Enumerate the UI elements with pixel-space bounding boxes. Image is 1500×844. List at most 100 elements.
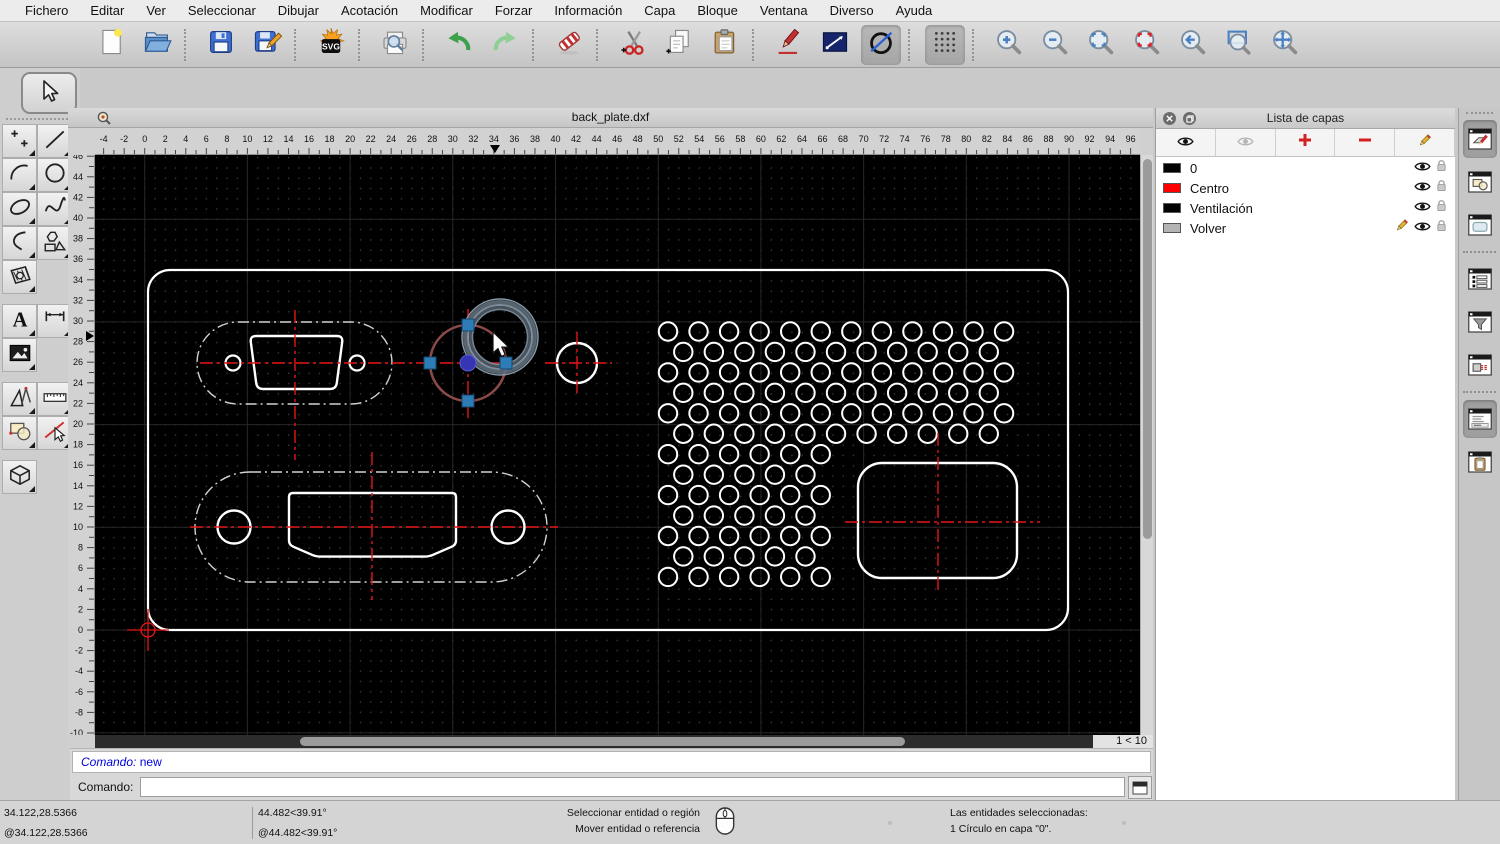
horizontal-scrollbar-thumb[interactable] [300, 737, 905, 746]
dock-toggle-sidebar [1458, 108, 1500, 800]
drafting-tool-button[interactable] [2, 382, 37, 416]
layer-visibility-eye-icon[interactable] [1414, 219, 1431, 237]
clipboard-toggle-button[interactable] [1463, 443, 1497, 481]
layer-color-swatch[interactable] [1163, 163, 1181, 173]
menu-seleccionar[interactable]: Seleccionar [177, 3, 267, 18]
selection-filter-toggle-button[interactable] [1463, 303, 1497, 341]
shape-tool-button[interactable] [37, 226, 72, 260]
svg-export-button[interactable]: SVG [311, 25, 351, 65]
redo-button[interactable] [485, 25, 525, 65]
attributes-pencil-button[interactable] [769, 25, 809, 65]
solid-tool-button[interactable] [2, 460, 37, 494]
layer-row-volver[interactable]: Volver [1156, 218, 1455, 238]
svg-text:40: 40 [550, 134, 560, 144]
menu-forzar[interactable]: Forzar [484, 3, 544, 18]
menu-ventana[interactable]: Ventana [749, 3, 819, 18]
line-attributes-button[interactable] [815, 25, 855, 65]
zoom-previous-button[interactable] [1173, 25, 1213, 65]
zoom-in-button[interactable] [989, 25, 1029, 65]
point-tool-button[interactable] [2, 124, 37, 158]
cut-button[interactable] [613, 25, 653, 65]
drawing-canvas[interactable] [95, 155, 1140, 735]
show-all-eye-button[interactable] [1156, 129, 1216, 156]
palette-drag-handle[interactable] [6, 118, 72, 120]
layer-row-ventilacion[interactable]: Ventilación [1156, 198, 1455, 218]
hatch-tool-button[interactable] [2, 260, 37, 294]
submenu-triangle [29, 486, 35, 492]
print-preview-button[interactable] [375, 25, 415, 65]
line-tool-button[interactable] [37, 124, 72, 158]
zoom-window-button[interactable] [1219, 25, 1259, 65]
remove-layer-button[interactable] [1335, 129, 1396, 156]
add-layer-button[interactable] [1276, 129, 1336, 156]
text-tool-button[interactable]: A [2, 304, 37, 338]
save-as-button[interactable] [247, 25, 287, 65]
command-window-toggle-button[interactable] [1128, 776, 1152, 799]
menu-informacion[interactable]: Información [543, 3, 633, 18]
menu-ver[interactable]: Ver [135, 3, 177, 18]
spline-tool-button[interactable] [37, 192, 72, 226]
sidebar-drag-handle[interactable] [1466, 112, 1493, 114]
block-list-toggle-button[interactable] [1463, 163, 1497, 201]
layer-color-swatch[interactable] [1163, 203, 1181, 213]
projection-toggle-button[interactable] [1463, 346, 1497, 384]
menu-ayuda[interactable]: Ayuda [885, 3, 944, 18]
layer-panel-title: Lista de capas [1266, 111, 1345, 125]
menu-fichero[interactable]: Fichero [14, 3, 79, 18]
dimension-tool-button[interactable] [37, 304, 72, 338]
layer-visibility-eye-icon[interactable] [1414, 199, 1431, 217]
menu-modificar[interactable]: Modificar [409, 3, 484, 18]
block-tool-button[interactable] [2, 416, 37, 450]
measure-tool-button[interactable] [37, 382, 72, 416]
vertical-scrollbar[interactable] [1140, 155, 1153, 735]
svg-text:36: 36 [509, 134, 519, 144]
hide-all-eye-button[interactable] [1216, 129, 1276, 156]
drawing-window-titlebar[interactable]: back_plate.dxf [68, 108, 1153, 128]
layer-visibility-eye-icon[interactable] [1414, 179, 1431, 197]
polyline-tool-button[interactable] [2, 226, 37, 260]
layer-row-centro[interactable]: Centro [1156, 178, 1455, 198]
layer-row-0[interactable]: 0 [1156, 158, 1455, 178]
menu-acotacion[interactable]: Acotación [330, 3, 409, 18]
circle-tool-button[interactable] [37, 158, 72, 192]
command-line-toggle-button[interactable] [1462, 400, 1497, 438]
open-file-button[interactable] [137, 25, 177, 65]
new-file-button[interactable] [91, 25, 131, 65]
menu-editar[interactable]: Editar [79, 3, 135, 18]
command-input[interactable] [140, 777, 1125, 797]
property-editor-toggle-button[interactable] [1463, 260, 1497, 298]
layer-lock-icon[interactable] [1436, 199, 1447, 217]
layer-list-toggle-button[interactable] [1462, 120, 1497, 158]
copy-button[interactable] [659, 25, 699, 65]
layer-visibility-eye-icon[interactable] [1414, 159, 1431, 177]
horizontal-scrollbar[interactable] [95, 735, 1093, 748]
zoom-auto-button[interactable] [1081, 25, 1121, 65]
arc-tool-button[interactable] [2, 158, 37, 192]
vertical-scrollbar-thumb[interactable] [1143, 159, 1152, 539]
zoom-selection-button[interactable] [1127, 25, 1167, 65]
layer-color-swatch[interactable] [1163, 223, 1181, 233]
menu-bloque[interactable]: Bloque [686, 3, 748, 18]
grid-toggle-button[interactable] [925, 24, 965, 65]
modify-tool-button[interactable] [37, 416, 72, 450]
menu-dibujar[interactable]: Dibujar [267, 3, 330, 18]
ellipse-tool-button[interactable] [2, 192, 37, 226]
layer-lock-icon[interactable] [1436, 159, 1447, 177]
paste-button[interactable] [705, 25, 745, 65]
menu-capa[interactable]: Capa [633, 3, 686, 18]
undo-button[interactable] [439, 25, 479, 65]
edit-layer-button[interactable] [1395, 129, 1455, 156]
menu-diverso[interactable]: Diverso [819, 3, 885, 18]
image-tool-button[interactable] [2, 338, 37, 372]
library-browser-toggle-button[interactable] [1463, 206, 1497, 244]
save-button[interactable] [201, 25, 241, 65]
layer-lock-icon[interactable] [1436, 179, 1447, 197]
zoom-out-button[interactable] [1035, 25, 1075, 65]
svg-text:8: 8 [224, 134, 229, 144]
zoom-pan-button[interactable] [1265, 25, 1305, 65]
circle-attributes-icon [866, 27, 896, 62]
circle-attributes-button[interactable] [861, 24, 901, 65]
layer-color-swatch[interactable] [1163, 183, 1181, 193]
layer-lock-icon[interactable] [1436, 219, 1447, 237]
delete-eraser-button[interactable] [549, 25, 589, 65]
